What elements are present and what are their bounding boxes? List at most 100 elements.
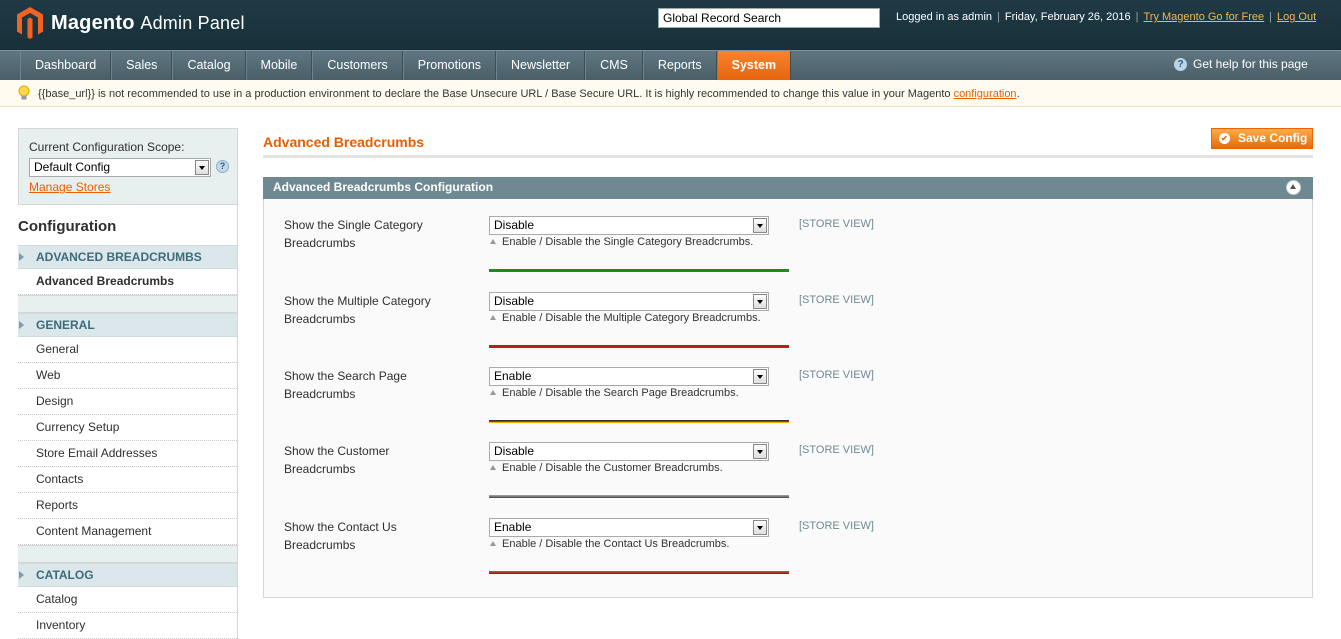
chevron-down-icon: [753, 218, 767, 233]
triangle-up-icon: [490, 315, 496, 320]
field-note: Enable / Disable the Multiple Category B…: [490, 312, 761, 324]
scope-select[interactable]: Default Config: [29, 158, 211, 177]
sidebar-item-currency-setup[interactable]: Currency Setup: [18, 415, 237, 441]
triangle-up-icon: [490, 390, 496, 395]
sidebar-item-design[interactable]: Design: [18, 389, 237, 415]
field-label-line1: Show the Customer: [284, 444, 390, 458]
nav-item-mobile[interactable]: Mobile: [245, 51, 313, 80]
field-scope: [STORE VIEW]: [799, 369, 874, 381]
sidebar-section-advanced-breadcrumbs[interactable]: ADVANCED BREADCRUMBS: [18, 245, 237, 269]
brand-name: Magento: [51, 11, 135, 34]
help-icon: ?: [1174, 57, 1187, 71]
field-select[interactable]: Disable: [489, 442, 769, 461]
field-note-text: Enable / Disable the Single Category Bre…: [502, 236, 754, 248]
field-label-line1: Show the Contact Us: [284, 520, 397, 534]
collapse-icon[interactable]: [1286, 180, 1301, 195]
nav-item-catalog[interactable]: Catalog: [172, 51, 246, 80]
sidebar-item-contacts[interactable]: Contacts: [18, 467, 237, 493]
nav-item-reports[interactable]: Reports: [642, 51, 717, 80]
scope-help-icon[interactable]: ?: [216, 160, 229, 173]
field-select-value: Disable: [494, 294, 535, 308]
global-search-input[interactable]: [658, 8, 880, 28]
field-select-value: Enable: [494, 369, 532, 383]
sidebar-item-advanced-breadcrumbs[interactable]: Advanced Breadcrumbs: [18, 269, 237, 295]
config-scope-box: Current Configuration Scope: Default Con…: [18, 128, 238, 205]
check-icon: ✔: [1219, 133, 1230, 144]
sidebar-item-reports[interactable]: Reports: [18, 493, 237, 519]
nav-item-promotions[interactable]: Promotions: [402, 51, 497, 80]
fieldset-body: Show the Single Category Breadcrumbs Disab…: [263, 199, 1313, 598]
save-config-label: Save Config: [1238, 131, 1308, 145]
field-note-text: Enable / Disable the Search Page Breadcr…: [502, 387, 739, 399]
sidebar-item-inventory[interactable]: Inventory: [18, 613, 237, 639]
try-magento-go-link[interactable]: Try Magento Go for Free: [1143, 11, 1264, 23]
header: Magento Admin Panel Logged in as admin | F…: [0, 0, 1341, 50]
field-scope: [STORE VIEW]: [799, 520, 874, 532]
field-note-text: Enable / Disable the Contact Us Breadcru…: [502, 538, 730, 550]
help-link[interactable]: ? Get help for this page: [1174, 57, 1308, 71]
field-note: Enable / Disable the Customer Breadcrumb…: [490, 462, 723, 474]
notice-suffix: .: [1016, 88, 1020, 100]
breadcrumb-color-bar: [489, 571, 789, 574]
field-note: Enable / Disable the Search Page Breadcr…: [490, 387, 739, 399]
field-scope: [STORE VIEW]: [799, 444, 874, 456]
logout-link[interactable]: Log Out: [1277, 11, 1316, 23]
triangle-up-icon: [490, 239, 496, 244]
configuration-link[interactable]: configuration: [954, 88, 1017, 100]
field-select[interactable]: Enable: [489, 518, 769, 537]
sidebar-section-catalog[interactable]: CATALOG: [18, 563, 237, 587]
field-select[interactable]: Disable: [489, 292, 769, 311]
sidebar-item-content-management[interactable]: Content Management: [18, 519, 237, 545]
save-config-button[interactable]: ✔ Save Config: [1211, 128, 1313, 149]
magento-logo[interactable]: Magento Admin Panel: [17, 7, 245, 39]
nav-item-cms[interactable]: CMS: [585, 51, 643, 80]
magento-logo-icon: [17, 7, 43, 39]
field-select[interactable]: Disable: [489, 216, 769, 235]
sidebar-item-general[interactable]: General: [18, 337, 237, 363]
divider: |: [997, 11, 1000, 23]
field-label-line2: Breadcrumbs: [284, 538, 356, 552]
field-label-line2: Breadcrumbs: [284, 312, 356, 326]
field-select-value: Enable: [494, 520, 532, 534]
title-divider: [263, 155, 1313, 158]
field-scope: [STORE VIEW]: [799, 294, 874, 306]
manage-stores-link[interactable]: Manage Stores: [29, 180, 110, 194]
field-label-line1: Show the Single Category: [284, 218, 423, 232]
nav-item-customers[interactable]: Customers: [312, 51, 403, 80]
sidebar-section-general[interactable]: GENERAL: [18, 313, 237, 337]
scope-label: Current Configuration Scope:: [29, 140, 185, 154]
notice-text: {{base_url}} is not recommended to use i…: [38, 88, 954, 100]
field-label: Show the Contact Us Breadcrumbs: [284, 518, 474, 554]
field-label-line1: Show the Search Page: [284, 369, 407, 383]
field-label-line2: Breadcrumbs: [284, 387, 356, 401]
nav-item-sales[interactable]: Sales: [111, 51, 173, 80]
chevron-down-icon: [753, 444, 767, 459]
chevron-down-icon: [753, 520, 767, 535]
config-title: Configuration: [18, 205, 238, 245]
sidebar-item-store-email-addresses[interactable]: Store Email Addresses: [18, 441, 237, 467]
main-nav: Dashboard Sales Catalog Mobile Customers Prom…: [0, 50, 1341, 80]
fieldset-header[interactable]: Advanced Breadcrumbs Configuration: [263, 177, 1313, 199]
field-select[interactable]: Enable: [489, 367, 769, 386]
field-select-value: Disable: [494, 444, 535, 458]
nav-item-system[interactable]: System: [716, 51, 792, 80]
sidebar-item-catalog[interactable]: Catalog: [18, 587, 237, 613]
system-notice: {{base_url}} is not recommended to use i…: [0, 80, 1341, 107]
chevron-down-icon: [195, 160, 209, 175]
sidebar-item-web[interactable]: Web: [18, 363, 237, 389]
field-label: Show the Multiple Category Breadcrumbs: [284, 292, 474, 328]
field-label: Show the Single Category Breadcrumbs: [284, 216, 474, 252]
sidebar-gap: [18, 295, 237, 313]
nav-item-newsletter[interactable]: Newsletter: [496, 51, 586, 80]
config-sidebar: ADVANCED BREADCRUMBS Advanced Breadcrumbs…: [18, 245, 238, 639]
breadcrumb-color-bar: [489, 345, 789, 348]
divider: |: [1269, 11, 1272, 23]
divider: |: [1135, 11, 1139, 23]
chevron-down-icon: [753, 294, 767, 309]
chevron-down-icon: [753, 369, 767, 384]
triangle-up-icon: [490, 465, 496, 470]
nav-item-dashboard[interactable]: Dashboard: [20, 51, 112, 80]
nav-items: Dashboard Sales Catalog Mobile Customers Prom…: [20, 51, 792, 80]
page-title: Advanced Breadcrumbs: [263, 134, 425, 150]
field-note: Enable / Disable the Single Category Bre…: [490, 236, 753, 248]
